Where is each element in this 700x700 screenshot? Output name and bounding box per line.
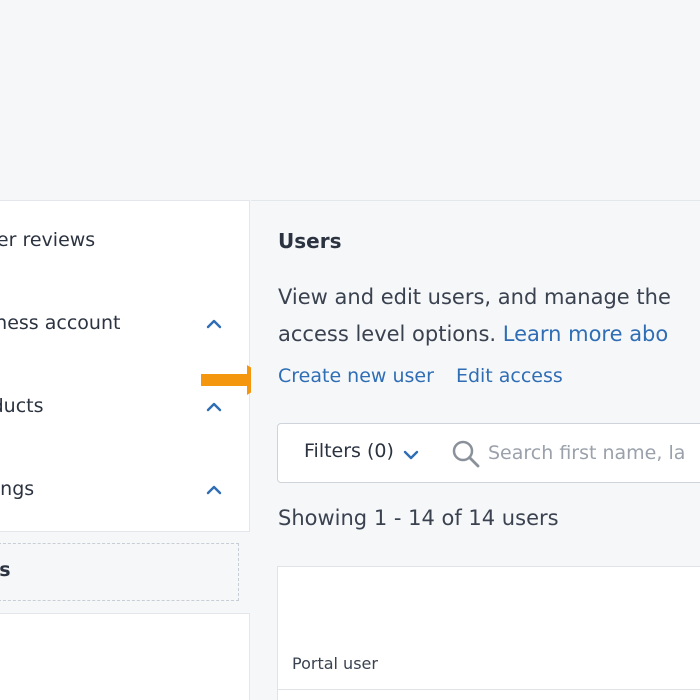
search-box (438, 423, 700, 483)
search-icon (452, 440, 480, 468)
sidebar-item-users[interactable]: ers (0, 543, 239, 601)
sidebar-item-settings[interactable]: ttings (0, 470, 249, 510)
main-content: Users View and edit users, and manage th… (251, 200, 700, 700)
page-title: Users (278, 229, 342, 253)
chevron-up-icon[interactable] (204, 314, 224, 334)
description-line-2: access level options. Learn more abo (278, 316, 700, 353)
page: aler reviews siness account oducts tting… (0, 0, 700, 700)
sidebar-item-label: ers (0, 559, 11, 581)
sidebar-item-label: oducts (0, 395, 44, 417)
filters-label: Filters (0) (304, 440, 394, 462)
column-header-portal-user: Portal user (292, 654, 378, 673)
user-actions: Create new user Edit access (278, 365, 563, 387)
sidebar-item-label: aler reviews (0, 229, 96, 251)
table-divider (278, 689, 700, 690)
description-line-1: View and edit users, and manage the (278, 285, 671, 309)
search-input[interactable] (488, 438, 700, 468)
results-count: Showing 1 - 14 of 14 users (278, 506, 559, 530)
page-description: View and edit users, and manage the acce… (278, 279, 700, 353)
users-table: Portal user (277, 566, 700, 700)
filters-button[interactable]: Filters (0) (277, 423, 439, 483)
sidebar-item-business-account[interactable]: siness account (0, 304, 249, 344)
sidebar-lower-panel (0, 613, 250, 700)
edit-access-link[interactable]: Edit access (456, 365, 563, 387)
chevron-down-icon (403, 450, 419, 460)
chevron-up-icon[interactable] (204, 480, 224, 500)
sidebar-item-label: siness account (0, 312, 121, 334)
create-new-user-link[interactable]: Create new user (278, 365, 434, 387)
sidebar-item-label: ttings (0, 478, 35, 500)
sidebar-item-dealer-reviews[interactable]: aler reviews (0, 221, 249, 261)
description-text: access level options. (278, 322, 503, 346)
chevron-up-icon[interactable] (204, 397, 224, 417)
learn-more-link[interactable]: Learn more abo (503, 322, 669, 346)
